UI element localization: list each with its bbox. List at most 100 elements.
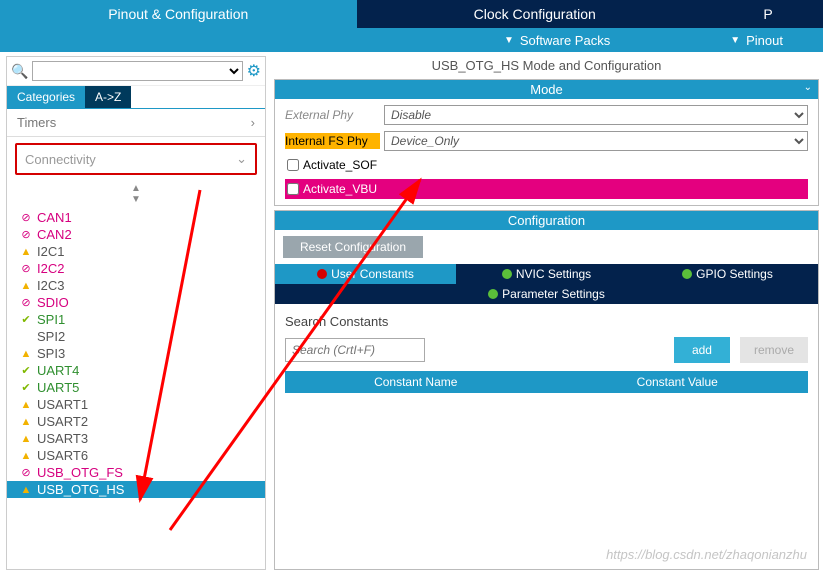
peripheral-usart1[interactable]: ▲ USART1 <box>7 396 265 413</box>
peripheral-label: USART1 <box>37 397 88 412</box>
section-connectivity[interactable]: Connectivity ⌄ <box>15 143 257 175</box>
status-dot-icon <box>682 269 692 279</box>
status-dot-icon <box>317 269 327 279</box>
no-status-icon: ⊘ <box>19 262 33 275</box>
warn-status-icon: ▲ <box>19 433 33 445</box>
peripheral-can2[interactable]: ⊘ CAN2 <box>7 226 265 243</box>
warn-status-icon: ▲ <box>19 416 33 428</box>
activate-sof-checkbox[interactable] <box>287 159 299 171</box>
collapse-icon[interactable]: ⌄ <box>804 82 812 93</box>
peripheral-label: I2C3 <box>37 278 64 293</box>
peripheral-label: USART3 <box>37 431 88 446</box>
peripheral-spi2[interactable]: SPI2 <box>7 328 265 345</box>
warn-status-icon: ▲ <box>19 246 33 258</box>
peripheral-label: SDIO <box>37 295 69 310</box>
left-panel: 🔍 ⚙ Categories A->Z Timers › Connectivit… <box>6 56 266 570</box>
peripheral-label: CAN2 <box>37 227 72 242</box>
tab-truncated[interactable]: P <box>713 0 823 28</box>
add-button[interactable]: add <box>674 337 730 363</box>
pinout-menu[interactable]: ▼ Pinout <box>730 33 783 48</box>
mode-panel: Mode ⌄ External Phy Disable Internal FS … <box>274 79 819 206</box>
configuration-header: Configuration <box>275 211 818 230</box>
gear-icon[interactable]: ⚙ <box>247 61 261 81</box>
peripheral-uart4[interactable]: ✔ UART4 <box>7 362 265 379</box>
tab-pinout-config[interactable]: Pinout & Configuration <box>0 0 357 28</box>
peripheral-spi1[interactable]: ✔ SPI1 <box>7 311 265 328</box>
status-dot-icon <box>488 289 498 299</box>
peripheral-usart6[interactable]: ▲ USART6 <box>7 447 265 464</box>
status-dot-icon <box>502 269 512 279</box>
component-search[interactable] <box>32 61 242 81</box>
peripheral-uart5[interactable]: ✔ UART5 <box>7 379 265 396</box>
peripheral-spi3[interactable]: ▲ SPI3 <box>7 345 265 362</box>
peripheral-label: UART4 <box>37 363 79 378</box>
peripheral-label: I2C1 <box>37 244 64 259</box>
tab-nvic-settings[interactable]: NVIC Settings <box>456 264 637 284</box>
software-packs-menu[interactable]: ▼ Software Packs <box>504 33 610 48</box>
search-icon: 🔍 <box>11 63 28 80</box>
tab-parameter-settings[interactable]: Parameter Settings <box>275 284 818 304</box>
peripheral-label: UART5 <box>37 380 79 395</box>
configuration-panel: Configuration Reset Configuration User C… <box>274 210 819 570</box>
peripheral-sdio[interactable]: ⊘ SDIO <box>7 294 265 311</box>
mode-header: Mode ⌄ <box>275 80 818 99</box>
search-constants-label: Search Constants <box>285 314 808 329</box>
internal-fs-phy-select[interactable]: Device_Only <box>384 131 808 151</box>
top-tabs: Pinout & Configuration Clock Configurati… <box>0 0 823 28</box>
peripheral-usart2[interactable]: ▲ USART2 <box>7 413 265 430</box>
ok-status-icon: ✔ <box>19 313 33 326</box>
chevron-right-icon: › <box>251 115 255 130</box>
chevron-down-icon: ▼ <box>504 35 514 46</box>
tab-clock-config[interactable]: Clock Configuration <box>357 0 714 28</box>
peripheral-label: I2C2 <box>37 261 64 276</box>
splitter-handle[interactable]: ▲▼ <box>7 183 265 205</box>
right-panel: USB_OTG_HS Mode and Configuration Mode ⌄… <box>274 56 819 570</box>
col-constant-value: Constant Value <box>547 371 809 393</box>
tab-user-constants[interactable]: User Constants <box>275 264 456 284</box>
search-constants-input[interactable] <box>285 338 425 362</box>
no-status-icon: ⊘ <box>19 466 33 479</box>
tab-alpha[interactable]: A->Z <box>85 86 131 108</box>
chevron-down-icon: ⌄ <box>236 151 247 167</box>
activate-sof-label: Activate_SOF <box>303 158 377 172</box>
internal-fs-phy-label: Internal FS Phy <box>285 133 380 149</box>
warn-status-icon: ▲ <box>19 399 33 411</box>
activate-vbus-label: Activate_VBU <box>303 182 377 196</box>
sub-toolbar: ▼ Software Packs ▼ Pinout <box>0 28 823 52</box>
no-status-icon: ⊘ <box>19 211 33 224</box>
reset-configuration-button[interactable]: Reset Configuration <box>283 236 423 258</box>
peripheral-label: USB_OTG_HS <box>37 482 124 497</box>
no-status-icon: ⊘ <box>19 296 33 309</box>
no-status-icon: ⊘ <box>19 228 33 241</box>
peripheral-i2c2[interactable]: ⊘ I2C2 <box>7 260 265 277</box>
tab-gpio-settings[interactable]: GPIO Settings <box>637 264 818 284</box>
peripheral-i2c1[interactable]: ▲ I2C1 <box>7 243 265 260</box>
ok-status-icon: ✔ <box>19 364 33 377</box>
warn-status-icon: ▲ <box>19 450 33 462</box>
peripheral-usb_otg_hs[interactable]: ▲ USB_OTG_HS <box>7 481 265 498</box>
external-phy-select[interactable]: Disable <box>384 105 808 125</box>
peripheral-usart3[interactable]: ▲ USART3 <box>7 430 265 447</box>
peripheral-label: CAN1 <box>37 210 72 225</box>
external-phy-label: External Phy <box>285 108 380 122</box>
section-timers[interactable]: Timers › <box>7 109 265 137</box>
warn-status-icon: ▲ <box>19 280 33 292</box>
constants-table-header: Constant Name Constant Value <box>285 371 808 393</box>
activate-vbus-checkbox[interactable] <box>287 183 299 195</box>
col-constant-name: Constant Name <box>285 371 547 393</box>
remove-button: remove <box>740 337 808 363</box>
tab-categories[interactable]: Categories <box>7 86 85 108</box>
peripheral-label: SPI2 <box>37 329 65 344</box>
warn-status-icon: ▲ <box>19 484 33 496</box>
ok-status-icon: ✔ <box>19 381 33 394</box>
peripheral-usb_otg_fs[interactable]: ⊘ USB_OTG_FS <box>7 464 265 481</box>
peripheral-label: USART6 <box>37 448 88 463</box>
peripheral-label: USART2 <box>37 414 88 429</box>
peripheral-label: SPI3 <box>37 346 65 361</box>
peripheral-can1[interactable]: ⊘ CAN1 <box>7 209 265 226</box>
peripheral-i2c3[interactable]: ▲ I2C3 <box>7 277 265 294</box>
warn-status-icon: ▲ <box>19 348 33 360</box>
peripheral-label: USB_OTG_FS <box>37 465 123 480</box>
peripheral-label: SPI1 <box>37 312 65 327</box>
panel-title: USB_OTG_HS Mode and Configuration <box>274 56 819 75</box>
